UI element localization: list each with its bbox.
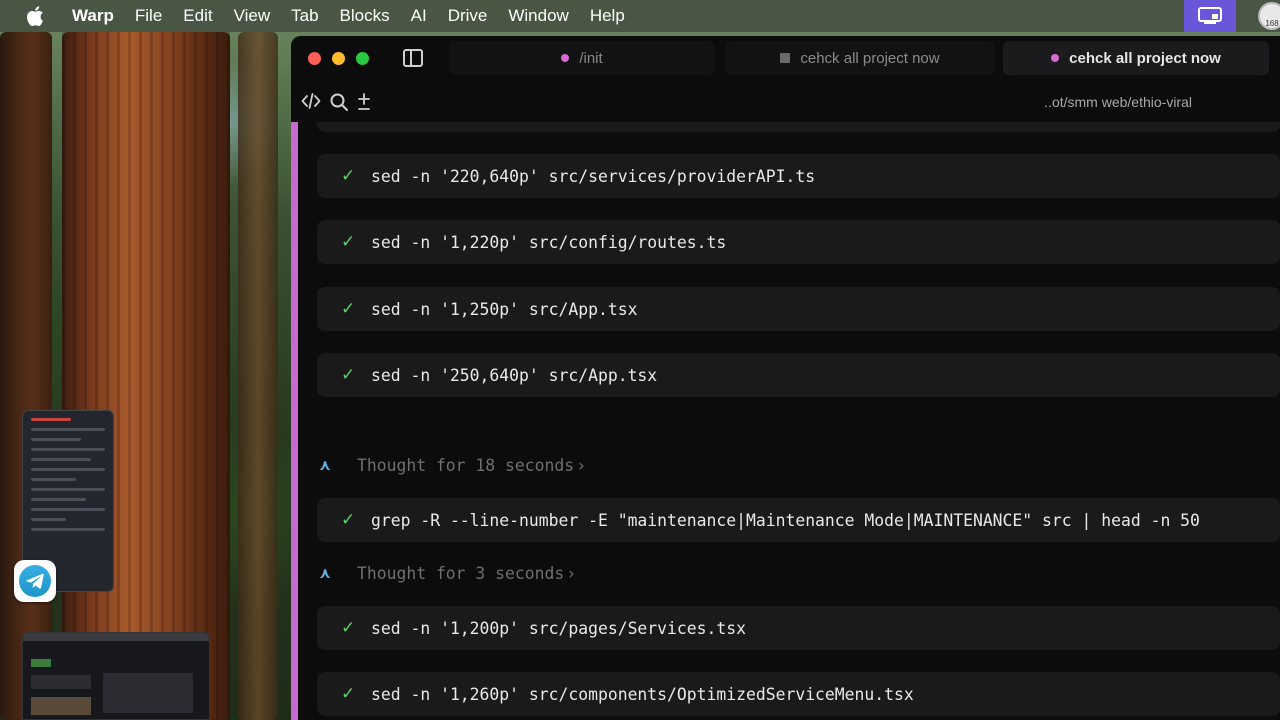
command-text: sed -n '250,640p' src/App.tsx: [371, 365, 658, 385]
thumbnail-block: [103, 673, 193, 713]
thumbnail-block: [31, 697, 91, 715]
blocks-list[interactable]: ✓ sed -n '220,640p' src/services/provide…: [317, 122, 1280, 720]
command-text: grep -R --line-number -E "maintenance|Ma…: [371, 510, 1200, 530]
apple-icon[interactable]: [26, 5, 48, 27]
screen-mirroring-icon[interactable]: [1184, 0, 1236, 32]
tab-cehck-all-project-now-active[interactable]: cehck all project now: [1003, 41, 1269, 75]
command-block[interactable]: ✓ grep -R --line-number -E "maintenance|…: [317, 498, 1280, 542]
thought-text: Thought for 18 seconds: [357, 455, 575, 475]
menu-drive[interactable]: Drive: [448, 6, 488, 26]
sidebar-toggle-icon[interactable]: [403, 49, 423, 67]
menu-view[interactable]: View: [234, 6, 271, 26]
menu-file[interactable]: File: [135, 6, 162, 26]
check-icon: ✓: [341, 618, 356, 638]
tab-label: /init: [579, 49, 603, 67]
check-icon: ✓: [341, 166, 356, 186]
command-text: sed -n '1,260p' src/components/Optimized…: [371, 684, 914, 704]
agent-icon: ⋏: [319, 456, 332, 474]
check-icon: ✓: [341, 510, 356, 530]
thumbnail-line: [31, 508, 105, 511]
thumbnail-line: [31, 488, 105, 491]
tab-status-square-icon: [780, 53, 791, 63]
wallpaper-tree-trunk: [238, 32, 278, 720]
command-block[interactable]: ✓ sed -n '1,250p' src/App.tsx: [317, 287, 1280, 331]
tab-status-dot-icon: [1051, 54, 1060, 62]
window-thumbnail[interactable]: [22, 632, 210, 720]
command-block[interactable]: ✓ sed -n '1,260p' src/components/Optimiz…: [317, 672, 1280, 716]
thumbnail-line: [31, 438, 81, 441]
warp-window: /init cehck all project now cehck all pr…: [291, 36, 1280, 720]
menu-ai[interactable]: AI: [411, 6, 427, 26]
check-icon: ✓: [341, 299, 356, 319]
thumbnail-block: [31, 675, 91, 689]
thumbnail-block: [31, 659, 51, 667]
thought-row[interactable]: ⋏ Thought for 18 seconds ›: [317, 452, 585, 478]
tab-cehck-all-project-now[interactable]: cehck all project now: [726, 41, 994, 75]
search-icon[interactable]: [329, 92, 349, 116]
thumbnail-line: [31, 458, 91, 461]
command-block[interactable]: [317, 122, 1280, 132]
active-pane-accent-bar: [291, 122, 298, 720]
thumbnail-line: [31, 468, 105, 471]
menu-blocks[interactable]: Blocks: [340, 6, 390, 26]
thumbnail-line: [31, 518, 66, 521]
add-plus-minus-icon[interactable]: [356, 92, 372, 116]
command-text: sed -n '1,250p' src/App.tsx: [371, 299, 638, 319]
current-directory-path[interactable]: ..ot/smm web/ethio-viral: [1044, 94, 1192, 110]
menu-window[interactable]: Window: [508, 6, 568, 26]
menu-tab[interactable]: Tab: [291, 6, 318, 26]
menu-help[interactable]: Help: [590, 6, 625, 26]
check-icon: ✓: [341, 232, 356, 252]
minimize-window-button[interactable]: [332, 52, 345, 65]
menubar: Warp File Edit View Tab Blocks AI Drive …: [0, 0, 1280, 32]
zoom-window-button[interactable]: [356, 52, 369, 65]
command-block[interactable]: ✓ sed -n '1,200p' src/pages/Services.tsx: [317, 606, 1280, 650]
tab-status-dot-icon: [561, 54, 570, 62]
check-icon: ✓: [341, 365, 356, 385]
tab-init[interactable]: /init: [449, 41, 715, 75]
command-text: sed -n '220,640p' src/services/providerA…: [371, 166, 816, 186]
thought-text: Thought for 3 seconds: [357, 563, 565, 583]
thumbnail-line: [31, 448, 105, 451]
thumbnail-line: [31, 418, 71, 421]
menu-edit[interactable]: Edit: [183, 6, 212, 26]
thought-row[interactable]: ⋏ Thought for 3 seconds ›: [317, 560, 575, 586]
menu-app-warp[interactable]: Warp: [72, 6, 114, 26]
avatar-label: 168: [1265, 19, 1279, 28]
command-text: sed -n '1,220p' src/config/routes.ts: [371, 232, 727, 252]
tab-label: cehck all project now: [800, 49, 940, 67]
close-window-button[interactable]: [308, 52, 321, 65]
telegram-icon[interactable]: [14, 560, 56, 602]
user-avatar-icon[interactable]: 168: [1258, 2, 1280, 30]
command-block[interactable]: ✓ sed -n '1,220p' src/config/routes.ts: [317, 220, 1280, 264]
pane-toolbar: ..ot/smm web/ethio-viral: [291, 82, 1280, 122]
code-icon[interactable]: [301, 92, 321, 114]
menubar-status-area: 168: [1184, 0, 1280, 32]
window-titlebar: /init cehck all project now cehck all pr…: [291, 36, 1280, 82]
wallpaper-tree-trunk: [0, 32, 52, 720]
command-text: sed -n '1,200p' src/pages/Services.tsx: [371, 618, 746, 638]
chevron-right-icon: ›: [578, 455, 585, 475]
wallpaper-tree-trunk: [62, 32, 230, 720]
check-icon: ✓: [341, 684, 356, 704]
telegram-logo: [19, 565, 51, 597]
command-block[interactable]: ✓ sed -n '220,640p' src/services/provide…: [317, 154, 1280, 198]
tab-label: cehck all project now: [1069, 49, 1221, 67]
thumbnail-line: [31, 528, 105, 531]
thumbnail-line: [31, 478, 76, 481]
chevron-right-icon: ›: [568, 563, 575, 583]
thumbnail-line: [31, 428, 105, 431]
agent-icon: ⋏: [319, 564, 332, 582]
thumbnail-line: [31, 498, 86, 501]
thumbnail-titlebar: [23, 633, 209, 641]
command-block[interactable]: ✓ sed -n '250,640p' src/App.tsx: [317, 353, 1280, 397]
